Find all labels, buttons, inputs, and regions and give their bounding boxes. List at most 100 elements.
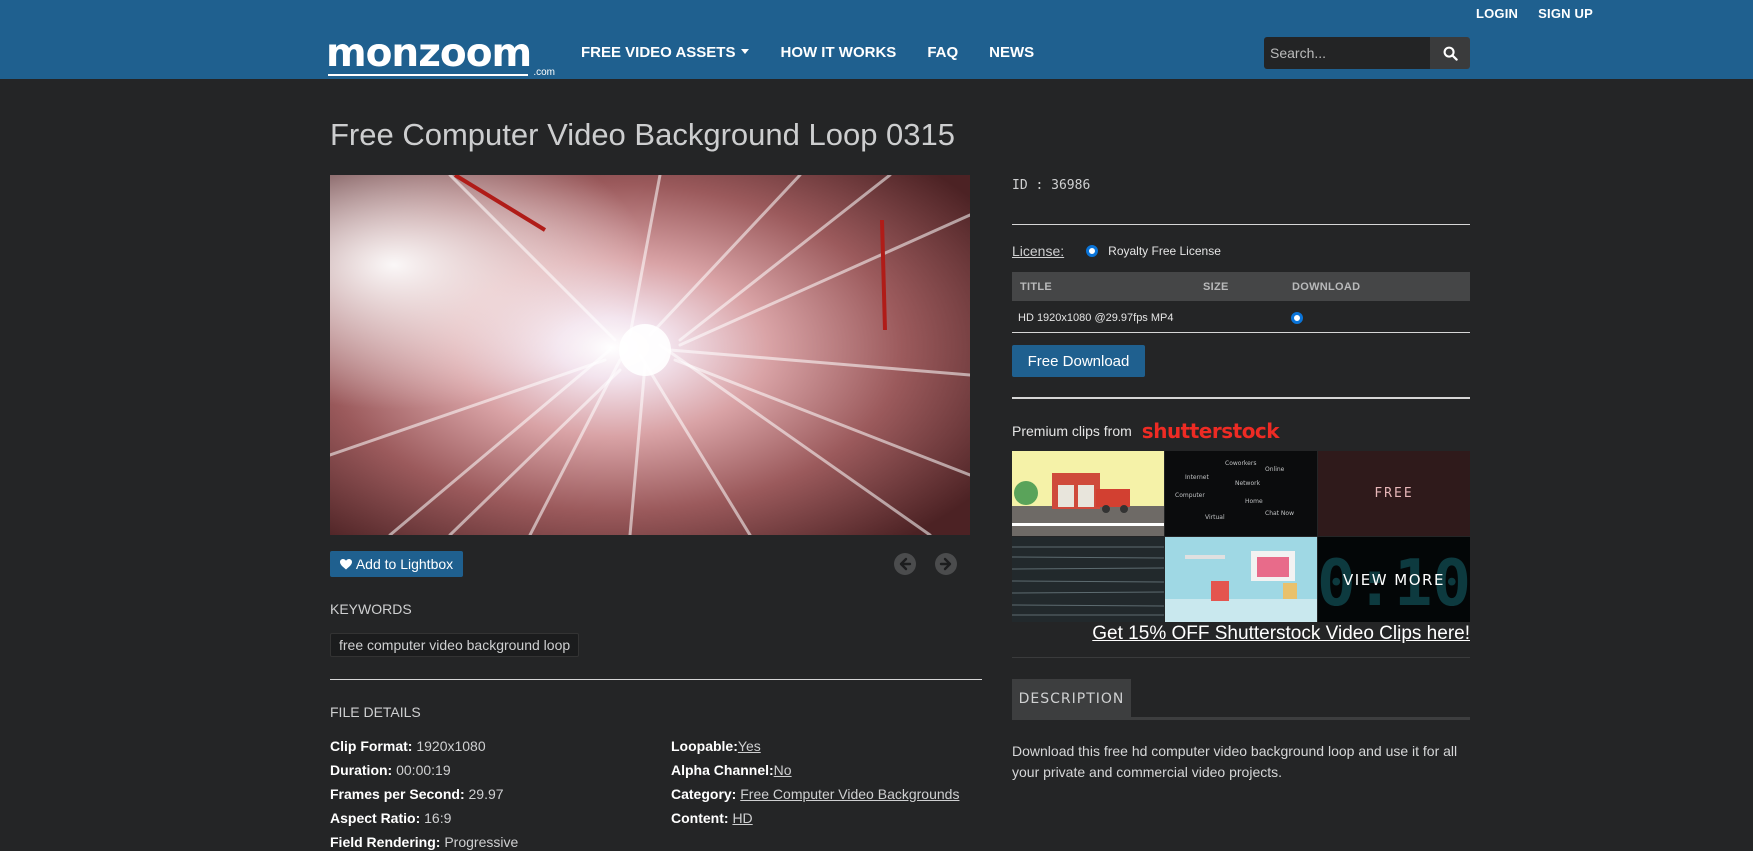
tab-underline — [1012, 717, 1470, 720]
license-value: Royalty Free License — [1108, 244, 1221, 258]
fire-station-thumbnail — [1012, 451, 1164, 536]
svg-text:Home: Home — [1245, 498, 1263, 505]
logo-wordmark: monzoom — [326, 31, 532, 76]
keyword-tag[interactable]: free computer video background loop — [330, 633, 580, 657]
search-box — [1264, 37, 1470, 69]
divider — [1012, 397, 1470, 399]
detail-value: 00:00:19 — [396, 762, 451, 778]
next-video-button[interactable] — [935, 553, 957, 575]
view-more-label: VIEW MORE — [1343, 570, 1445, 589]
detail-loopable: Loopable:Yes — [671, 734, 959, 758]
detail-aspect-ratio: Aspect Ratio: 16:9 — [330, 806, 518, 830]
detail-value: Progressive — [444, 834, 519, 850]
static-noise-thumbnail — [1012, 537, 1164, 622]
nav-free-video-assets[interactable]: FREE VIDEO ASSETS — [581, 44, 750, 61]
detail-field-rendering: Field Rendering: Progressive — [330, 830, 518, 851]
detail-value: 1920x1080 — [416, 738, 486, 754]
shop-illustration-thumbnail — [1165, 537, 1317, 622]
divider — [1012, 224, 1470, 225]
svg-text:Online: Online — [1265, 466, 1285, 473]
detail-label: Content: — [671, 810, 729, 826]
free-thumb-label: FREE — [1374, 486, 1413, 501]
loopable-link[interactable]: Yes — [738, 738, 761, 754]
thumb-words-cloud[interactable]: Coworkers Online Internet Network Computer… — [1165, 451, 1317, 536]
col-title: TITLE — [1020, 281, 1053, 293]
logo-suffix: .com — [533, 67, 555, 78]
thumb-static-noise[interactable] — [1012, 537, 1164, 622]
license-selector: License: Royalty Free License — [1012, 243, 1221, 259]
col-size: SIZE — [1203, 281, 1229, 293]
detail-label: Category: — [671, 786, 737, 802]
free-download-button[interactable]: Free Download — [1012, 345, 1145, 377]
main-nav: FREE VIDEO ASSETS HOW IT WORKS FAQ NEWS — [581, 44, 1034, 61]
detail-value: 16:9 — [424, 810, 452, 826]
detail-clip-format: Clip Format: 1920x1080 — [330, 734, 518, 758]
word-cloud-thumbnail: Coworkers Online Internet Network Computer… — [1165, 451, 1317, 536]
detail-label: Aspect Ratio: — [330, 810, 421, 826]
shutterstock-logo[interactable]: shutterstock — [1142, 419, 1280, 443]
content-link[interactable]: HD — [732, 810, 752, 826]
thumb-free-text[interactable]: FREE — [1318, 451, 1470, 536]
svg-text:Computer: Computer — [1175, 492, 1205, 499]
file-details-right: Loopable:Yes Alpha Channel:No Category: … — [671, 734, 959, 830]
signup-link[interactable]: SIGN UP — [1538, 6, 1593, 21]
table-row: HD 1920x1080 @29.97fps MP4 — [1012, 301, 1470, 333]
description-text: Download this free hd computer video bac… — [1012, 743, 1458, 780]
thumb-fire-station[interactable] — [1012, 451, 1164, 536]
svg-text:Virtual: Virtual — [1205, 514, 1225, 521]
prev-video-button[interactable] — [894, 553, 916, 575]
alpha-channel-link[interactable]: No — [774, 762, 792, 778]
site-logo[interactable]: monzoom .com — [326, 31, 557, 79]
heart-icon — [339, 558, 352, 569]
detail-fps: Frames per Second: 29.97 — [330, 782, 518, 806]
add-to-lightbox-label: Add to Lightbox — [355, 556, 454, 572]
video-preview-image — [330, 175, 970, 535]
nav-faq[interactable]: FAQ — [927, 44, 958, 61]
detail-category: Category: Free Computer Video Background… — [671, 782, 959, 806]
login-link[interactable]: LOGIN — [1476, 6, 1518, 21]
account-links: LOGIN SIGN UP — [1476, 6, 1593, 21]
shutterstock-promo-link[interactable]: Get 15% OFF Shutterstock Video Clips her… — [1092, 623, 1470, 645]
col-download: DOWNLOAD — [1292, 281, 1361, 293]
category-link[interactable]: Free Computer Video Backgrounds — [740, 786, 959, 802]
license-radio[interactable] — [1086, 245, 1099, 257]
detail-label: Duration: — [330, 762, 393, 778]
detail-value: 29.97 — [468, 786, 504, 802]
divider — [330, 679, 982, 680]
clip-id: ID : 36986 — [1012, 178, 1091, 193]
premium-clips-text: Premium clips from — [1012, 423, 1132, 439]
file-details-heading: FILE DETAILS — [330, 704, 421, 720]
detail-label: Loopable: — [671, 738, 738, 754]
search-input[interactable] — [1264, 37, 1430, 69]
nav-news[interactable]: NEWS — [989, 44, 1034, 61]
detail-label: Clip Format: — [330, 738, 413, 754]
thumb-shop-illustration[interactable] — [1165, 537, 1317, 622]
tab-description[interactable]: DESCRIPTION — [1012, 679, 1131, 719]
divider — [1012, 657, 1470, 658]
video-player[interactable] — [330, 175, 970, 535]
file-details-left: Clip Format: 1920x1080 Duration: 00:00:1… — [330, 734, 518, 851]
svg-text:Internet: Internet — [1185, 474, 1209, 481]
search-button[interactable] — [1430, 37, 1470, 69]
detail-content: Content: HD — [671, 806, 959, 830]
free-text-thumbnail: FREE — [1318, 451, 1470, 536]
premium-thumbnails: Coworkers Online Internet Network Computer… — [1012, 451, 1470, 623]
add-to-lightbox-button[interactable]: Add to Lightbox — [330, 551, 463, 577]
detail-label: Field Rendering: — [330, 834, 441, 850]
nav-how-it-works[interactable]: HOW IT WORKS — [780, 44, 896, 61]
caret-down-icon — [741, 49, 750, 54]
download-radio[interactable] — [1291, 312, 1303, 324]
detail-duration: Duration: 00:00:19 — [330, 758, 518, 782]
detail-alpha-channel: Alpha Channel:No — [671, 758, 959, 782]
row-title: HD 1920x1080 @29.97fps MP4 — [1018, 312, 1174, 324]
view-more-tile[interactable]: 0:10 VIEW MORE — [1318, 537, 1470, 622]
nav-free-video-assets-label: FREE VIDEO ASSETS — [581, 44, 736, 61]
page-title: Free Computer Video Background Loop 0315 — [330, 117, 956, 152]
keywords-heading: KEYWORDS — [330, 601, 412, 617]
search-icon — [1443, 46, 1458, 61]
premium-clips-heading: Premium clips from shutterstock — [1012, 419, 1280, 443]
site-header: LOGIN SIGN UP monzoom .com FREE VIDEO AS… — [0, 0, 1753, 79]
detail-label: Alpha Channel: — [671, 762, 774, 778]
svg-text:Chat Now: Chat Now — [1265, 510, 1294, 517]
download-table-header: TITLE SIZE DOWNLOAD — [1012, 272, 1470, 301]
